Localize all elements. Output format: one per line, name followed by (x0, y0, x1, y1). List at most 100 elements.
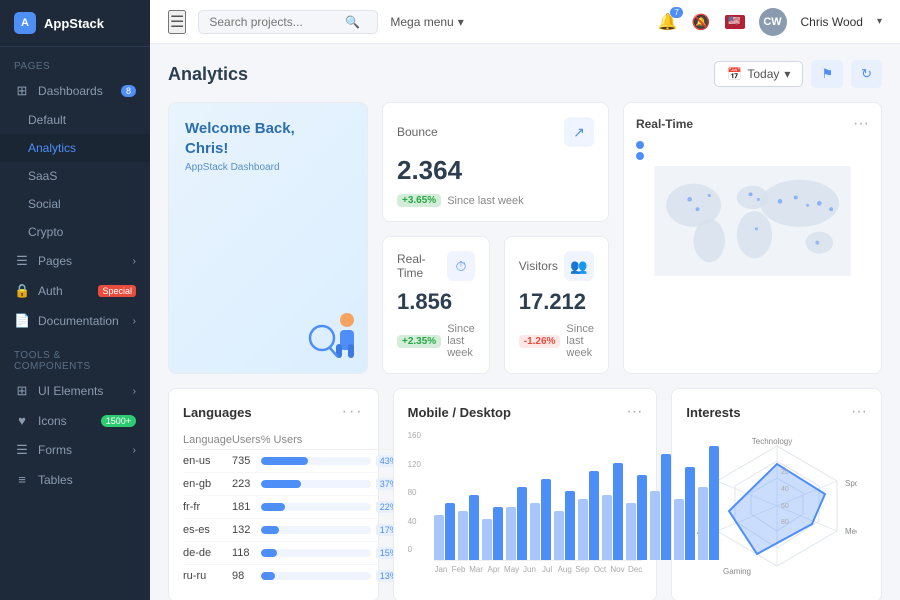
filter-button[interactable]: ⚑ (811, 60, 843, 88)
visitors-value: 17.212 (519, 289, 594, 315)
map-title: Real-Time (636, 117, 693, 131)
chart-x-labels: JanFebMarAprMayJunJulAugSepOctNovDec (434, 565, 643, 574)
mega-menu[interactable]: Mega menu ▾ (390, 15, 463, 29)
lang-users: 98 (232, 565, 261, 588)
desktop-bar (517, 487, 527, 560)
desktop-bar (613, 463, 623, 561)
hamburger-button[interactable]: ☰ (168, 10, 186, 34)
sidebar-item-pages[interactable]: ☰ Pages › (0, 246, 150, 276)
x-label: Aug (557, 565, 572, 574)
lang-col-pct: % Users (261, 431, 402, 450)
dashboards-badge: 8 (121, 85, 136, 97)
y-label-80: 80 (408, 488, 432, 497)
docs-arrow: › (133, 316, 136, 327)
icons-badge: 1500+ (101, 415, 136, 427)
dashboards-label: Dashboards (38, 84, 103, 98)
dashboards-icon: ⊞ (14, 83, 30, 99)
icons-icon: ♥ (14, 413, 30, 428)
user-dropdown-icon[interactable]: ▾ (877, 16, 882, 27)
search-box[interactable]: 🔍 (198, 10, 378, 34)
x-label: Feb (451, 565, 466, 574)
auth-label: Auth (38, 284, 63, 298)
desktop-bar (445, 503, 455, 560)
realtime-change-label: Since last week (447, 323, 475, 359)
mobile-desktop-title: Mobile / Desktop (408, 405, 511, 420)
y-label-120: 120 (408, 460, 432, 469)
realtime-change: +2.35% (397, 335, 441, 348)
x-label: Nov (610, 565, 625, 574)
section-tools-label: Tools & Components (0, 336, 150, 376)
sidebar-item-icons[interactable]: ♥ Icons 1500+ (0, 406, 150, 435)
visitors-change: -1.26% (519, 335, 561, 348)
interests-more-button[interactable]: ··· (851, 403, 867, 421)
mobile-bar (482, 519, 492, 560)
figure-svg (302, 308, 362, 368)
sidebar-item-auth[interactable]: 🔒 Auth Special (0, 276, 150, 306)
desktop-bar (541, 479, 551, 560)
search-input[interactable] (209, 15, 339, 29)
lang-name: de-de (183, 542, 232, 565)
bar-group (530, 479, 551, 560)
map-more-button[interactable]: ··· (853, 115, 869, 133)
metrics-row-2: Real-Time ⏱ 1.856 +2.35% Since last week… (382, 236, 609, 374)
sidebar-item-ui-elements[interactable]: ⊞ UI Elements › (0, 376, 150, 406)
svg-text:40: 40 (781, 486, 789, 493)
progress-bar-wrap (261, 549, 371, 557)
desktop-bar (661, 454, 671, 560)
svg-text:Sports: Sports (845, 479, 857, 488)
header: ☰ 🔍 Mega menu ▾ 🔔 7 🔕 🇺🇸 CW Chris Wood ▾ (150, 0, 900, 44)
lang-col-language: Language (183, 431, 232, 450)
lang-name: en-us (183, 450, 232, 473)
user-name[interactable]: Chris Wood (801, 15, 863, 29)
auth-icon: 🔒 (14, 283, 30, 299)
page-title: Analytics (168, 64, 248, 85)
sidebar-item-crypto[interactable]: Crypto (0, 218, 150, 246)
x-label: Apr (486, 565, 501, 574)
sidebar-item-dashboards[interactable]: ⊞ Dashboards 8 (0, 76, 150, 106)
refresh-button[interactable]: ↻ (851, 60, 882, 88)
svg-text:Gaming: Gaming (723, 567, 751, 576)
lang-pct-bar: 15% (261, 542, 402, 565)
notifications-button[interactable]: 🔔 7 (658, 12, 678, 32)
sidebar-item-analytics[interactable]: Analytics (0, 134, 150, 162)
mute-button[interactable]: 🔕 (692, 13, 711, 31)
visitors-icon: 👥 (564, 251, 594, 281)
desktop-bar (565, 491, 575, 560)
logo-text: AppStack (44, 16, 104, 31)
lang-pct-bar: 22% (261, 496, 402, 519)
progress-bar-fill (261, 526, 280, 534)
svg-text:80: 80 (781, 519, 789, 526)
sidebar: A AppStack Pages ⊞ Dashboards 8 Default … (0, 0, 150, 600)
sidebar-item-default[interactable]: Default (0, 106, 150, 134)
sidebar-item-documentation[interactable]: 📄 Documentation › (0, 306, 150, 336)
sidebar-item-social[interactable]: Social (0, 190, 150, 218)
sidebar-item-tables[interactable]: ≡ Tables (0, 465, 150, 494)
logo-icon: A (14, 12, 36, 34)
y-label-40: 40 (408, 517, 432, 526)
tables-icon: ≡ (14, 472, 30, 487)
pages-label: Pages (38, 254, 72, 268)
progress-bar-wrap (261, 457, 371, 465)
x-label: Jan (434, 565, 449, 574)
language-flag[interactable]: 🇺🇸 (725, 15, 745, 29)
calendar-today-button[interactable]: 📅 Today ▾ (714, 61, 803, 87)
today-chevron-icon: ▾ (784, 67, 790, 81)
mobile-desktop-more-button[interactable]: ··· (626, 403, 642, 421)
sidebar-item-saas[interactable]: SaaS (0, 162, 150, 190)
docs-label: Documentation (38, 314, 119, 328)
progress-bar-fill (261, 503, 285, 511)
chart-y-axis: 160 120 80 40 0 (408, 431, 432, 554)
lang-name: en-gb (183, 473, 232, 496)
visitors-label: Visitors (519, 259, 558, 273)
bar-group (626, 475, 647, 560)
bounce-value: 2.364 (397, 155, 594, 186)
x-label: Jun (522, 565, 537, 574)
lang-users: 223 (232, 473, 261, 496)
x-label: Jul (540, 565, 555, 574)
bottom-row: Languages ··· Language Users % Users en-… (168, 388, 882, 600)
languages-more-button[interactable]: ··· (342, 403, 364, 421)
progress-bar-wrap (261, 480, 371, 488)
tables-label: Tables (38, 473, 73, 487)
x-label: Sep (575, 565, 590, 574)
sidebar-item-forms[interactable]: ☰ Forms › (0, 435, 150, 465)
